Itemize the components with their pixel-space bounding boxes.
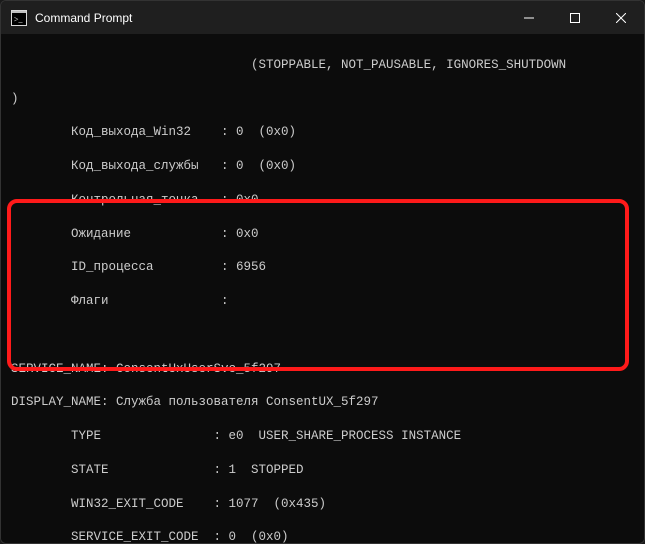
output-line: Код_выхода_службы : 0 (0x0) (11, 158, 634, 175)
output-line: ID_процесса : 6956 (11, 259, 634, 276)
titlebar[interactable]: >_ Command Prompt (1, 1, 644, 34)
maximize-button[interactable] (552, 1, 598, 34)
service-name-line: SERVICE_NAME: ConsentUxUserSvc_5f297 (11, 361, 634, 378)
blank-line (11, 327, 634, 344)
output-line: Код_выхода_Win32 : 0 (0x0) (11, 124, 634, 141)
cmd-icon: >_ (11, 10, 27, 26)
output-line: (STOPPABLE, NOT_PAUSABLE, IGNORES_SHUTDO… (11, 57, 634, 74)
output-line: SERVICE_EXIT_CODE : 0 (0x0) (11, 529, 634, 543)
window-controls (506, 1, 644, 34)
output-line: Контрольная_точка : 0x0 (11, 192, 634, 209)
svg-text:>_: >_ (14, 15, 24, 24)
output-line: TYPE : e0 USER_SHARE_PROCESS INSTANCE (11, 428, 634, 445)
output-line: ) (11, 91, 634, 108)
command-prompt-window: >_ Command Prompt (STOPPABLE, NOT_PAUSAB… (0, 0, 645, 544)
output-line: Флаги : (11, 293, 634, 310)
output-line: STATE : 1 STOPPED (11, 462, 634, 479)
close-button[interactable] (598, 1, 644, 34)
display-name-line: DISPLAY_NAME: Служба пользователя Consen… (11, 394, 634, 411)
minimize-button[interactable] (506, 1, 552, 34)
output-line: WIN32_EXIT_CODE : 1077 (0x435) (11, 496, 634, 513)
output-line: Ожидание : 0x0 (11, 226, 634, 243)
window-title: Command Prompt (35, 11, 506, 25)
terminal-output[interactable]: (STOPPABLE, NOT_PAUSABLE, IGNORES_SHUTDO… (1, 34, 644, 543)
